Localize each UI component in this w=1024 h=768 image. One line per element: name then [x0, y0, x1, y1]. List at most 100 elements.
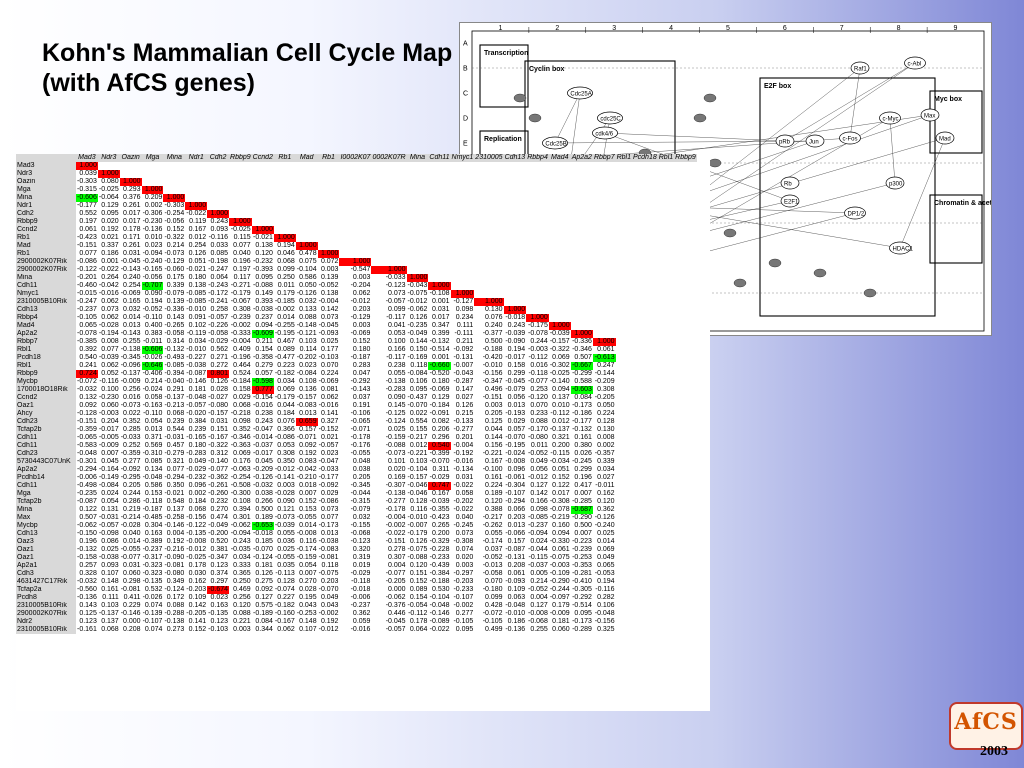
matrix-cell: -0.210 [296, 474, 317, 481]
matrix-row-label: Cdh11 [16, 434, 76, 442]
matrix-cell: -0.653 [251, 522, 274, 530]
matrix-cell: 0.066 [507, 506, 526, 513]
matrix-cell [632, 322, 658, 330]
matrix-cell: -0.032 [77, 578, 97, 585]
matrix-cell: 1.000 [119, 178, 142, 186]
matrix-cell [504, 234, 527, 242]
matrix-row-label: Max [16, 514, 76, 522]
matrix-cell [616, 602, 632, 610]
matrix-cell: -0.138 [164, 618, 185, 625]
matrix-cell: -0.132 [572, 426, 592, 433]
matrix-cell: -0.094 [142, 250, 163, 257]
matrix-cell [658, 290, 674, 298]
matrix-cell: 0.362 [597, 506, 615, 513]
matrix-cell [296, 202, 318, 210]
map-column-number: 3 [612, 25, 616, 32]
matrix-cell: 0.141 [188, 618, 207, 625]
matrix-cell: -0.329 [429, 538, 450, 545]
matrix-cell: 0.747 [428, 482, 451, 490]
matrix-column-header: Cdh13 [503, 154, 527, 162]
matrix-cell [549, 258, 571, 266]
matrix-cell: 0.058 [144, 394, 163, 401]
matrix-cell: 0.031 [210, 418, 229, 425]
matrix-cell [318, 226, 340, 234]
matrix-cell: -0.052 [318, 282, 339, 289]
matrix-cell: 0.050 [597, 402, 615, 409]
matrix-cell: -0.105 [482, 618, 503, 625]
matrix-cell: 0.247 [597, 362, 615, 369]
matrix-cell: 0.197 [233, 266, 251, 273]
matrix-cell [339, 178, 371, 186]
matrix-cell: -0.057 [385, 626, 406, 633]
matrix-cell: 0.333 [233, 562, 251, 569]
matrix-cell: 0.082 [431, 418, 450, 425]
matrix-cell [674, 562, 697, 570]
matrix-column-header: Ap2a2 [570, 154, 593, 162]
matrix-cell: -0.016 [350, 626, 371, 633]
matrix-cell: -0.077 [527, 378, 548, 385]
matrix-cell [549, 218, 571, 226]
matrix-row-label: Rb1 [16, 250, 76, 258]
matrix-cell: 0.069 [552, 354, 570, 361]
matrix-cell [474, 282, 503, 290]
matrix-cell: -0.154 [253, 394, 273, 401]
matrix-cell: -0.136 [505, 626, 526, 633]
matrix-cell [632, 578, 658, 586]
matrix-cell: 0.240 [123, 274, 141, 281]
matrix-cell: -0.353 [572, 562, 592, 569]
matrix-cell [526, 242, 549, 250]
matrix-cell: 0.194 [507, 346, 526, 353]
matrix-cell [274, 202, 296, 210]
matrix-cell: 0.134 [144, 466, 163, 473]
matrix-cell [407, 234, 429, 242]
matrix-row: Oaz1 -0.158 -0.038 -0.077 -0.317 -0.090 -0.025… [16, 554, 697, 562]
matrix-cell: -0.012 [318, 626, 339, 633]
matrix-cell [632, 618, 658, 626]
matrix-cell: -0.113 [275, 570, 295, 577]
matrix-cell: 0.219 [123, 506, 141, 513]
matrix-cell: 0.022 [123, 410, 141, 417]
matrix-cell: -0.075 [407, 290, 428, 297]
matrix-cell: 0.114 [299, 346, 317, 353]
matrix-cell: 0.123 [210, 618, 229, 625]
correlation-matrix: Mad3 Ndr3 Oazin Mga Mina Ndr1 Cdh2 Rbbp9 Ccnd2 Rb… [16, 154, 697, 634]
matrix-cell: 0.081 [320, 386, 339, 393]
matrix-cell: 0.010 [144, 234, 163, 241]
matrix-cell: -0.359 [120, 450, 141, 457]
matrix-cell: -0.300 [230, 490, 251, 497]
matrix-cell: -0.002 [453, 602, 474, 609]
matrix-cell: 0.530 [431, 586, 450, 593]
matrix-cell: 0.127 [530, 602, 548, 609]
matrix-cell [296, 210, 318, 218]
matrix-cell: 0.043 [320, 602, 339, 609]
matrix-cell [371, 170, 406, 178]
matrix-cell: -0.003 [98, 410, 119, 417]
matrix-cell [674, 546, 697, 554]
matrix-cell: -0.084 [407, 370, 428, 377]
matrix-cell [632, 194, 658, 202]
matrix-cell [658, 418, 674, 426]
matrix-cell: 0.016 [530, 362, 548, 369]
matrix-cell [474, 242, 503, 250]
matrix-cell: 0.264 [101, 274, 119, 281]
matrix-cell: 0.100 [388, 338, 406, 345]
matrix-cell [142, 162, 164, 170]
matrix-cell: 0.073 [455, 530, 474, 537]
matrix-column-header: Rb1 [273, 154, 296, 162]
matrix-cell: 0.181 [188, 386, 207, 393]
matrix-cell: 0.243 [507, 322, 526, 329]
matrix-cell: -0.067 [230, 298, 251, 305]
matrix-row-label: Ndr3 [16, 170, 76, 178]
matrix-cell: -0.039 [274, 522, 295, 529]
matrix-cell: -0.005 [98, 434, 119, 441]
matrix-cell: 0.014 [597, 538, 615, 545]
matrix-cell: -0.164 [98, 466, 119, 473]
matrix-cell: 0.250 [277, 274, 295, 281]
matrix-row: Mycbp -0.062 -0.057 -0.028 0.304 -0.146 -0.122… [16, 522, 697, 530]
matrix-cell: 1.000 [207, 210, 230, 218]
matrix-cell: -0.187 [142, 506, 163, 513]
matrix-cell: 0.337 [101, 242, 119, 249]
matrix-cell: -0.285 [572, 498, 592, 505]
matrix-cell: -0.126 [594, 514, 615, 521]
matrix-cell: -0.214 [120, 514, 141, 521]
